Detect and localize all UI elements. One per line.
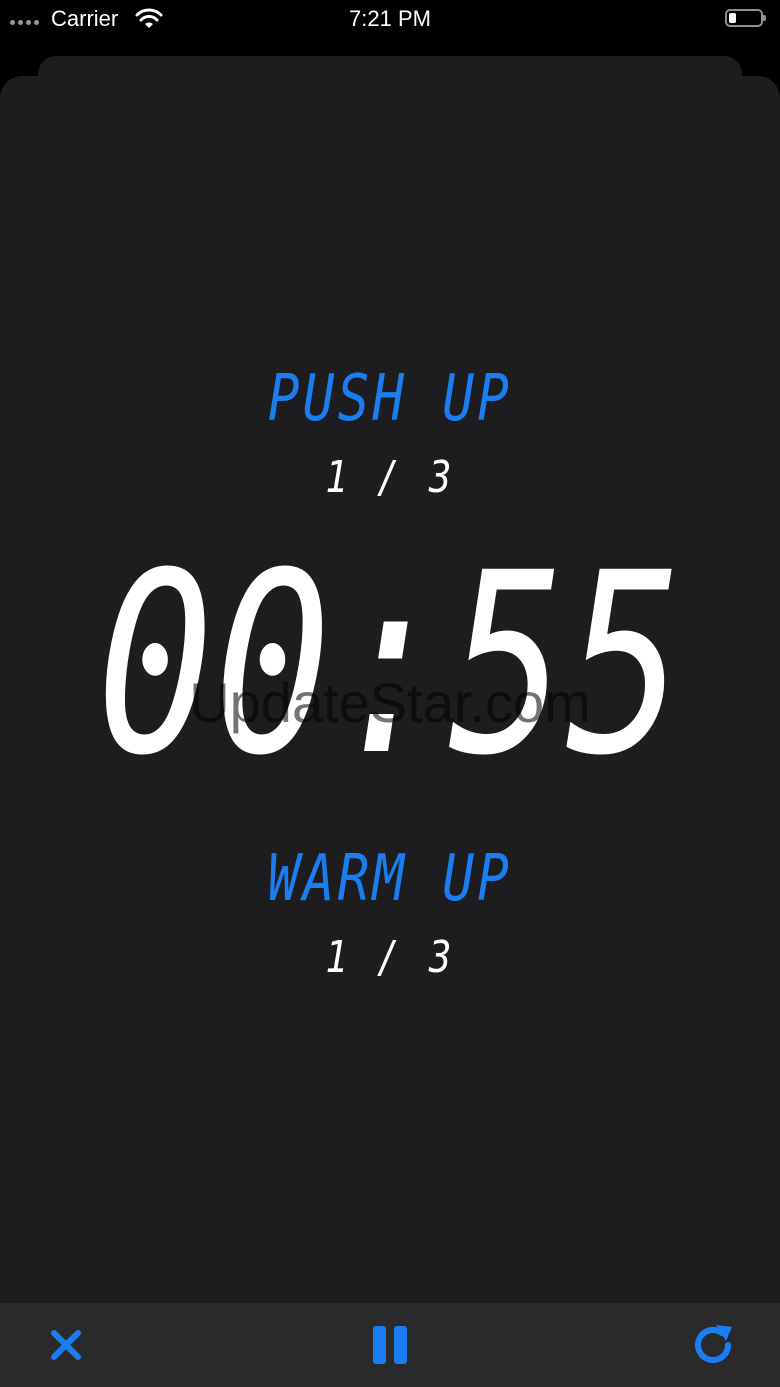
status-time: 7:21 PM xyxy=(349,6,431,31)
phase-count: 1 / 3 xyxy=(325,932,455,983)
countdown-timer: 00:55 xyxy=(96,519,684,810)
restart-button[interactable] xyxy=(690,1321,738,1369)
pause-icon xyxy=(373,1326,407,1364)
arrow-clockwise-icon xyxy=(695,1325,732,1363)
phase-name: WARM UP xyxy=(267,842,513,916)
xmark-icon xyxy=(51,1330,81,1360)
workout-timer-screen: Carrier 7:21 PM PUSH UP 1 / 3 00:55 Upda… xyxy=(0,0,780,1387)
watermark: UpdateStar.com xyxy=(189,671,591,734)
battery-icon xyxy=(725,9,766,27)
bottom-toolbar xyxy=(0,1303,780,1387)
exercise-name: PUSH UP xyxy=(267,362,513,436)
battery-level xyxy=(729,13,736,23)
pause-button[interactable] xyxy=(366,1321,414,1369)
close-button[interactable] xyxy=(42,1321,90,1369)
status-bar: Carrier 7:21 PM xyxy=(0,0,780,40)
exercise-count: 1 / 3 xyxy=(325,452,455,503)
